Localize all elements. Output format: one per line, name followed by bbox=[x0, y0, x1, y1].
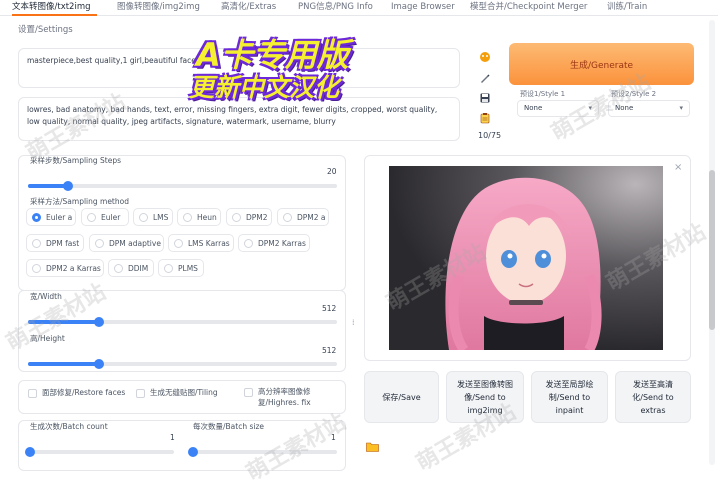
height-value[interactable]: 512 bbox=[322, 346, 336, 355]
sampler-dpm-fast[interactable]: DPM fast bbox=[26, 234, 84, 252]
sampler-euler[interactable]: Euler bbox=[81, 208, 129, 226]
sampling-steps-slider[interactable] bbox=[28, 181, 337, 191]
sampler-label: LMS Karras bbox=[188, 238, 230, 248]
overlay-subtitle: 更新中文汉化 bbox=[189, 73, 340, 102]
slider-thumb[interactable] bbox=[94, 359, 105, 369]
style1-value: None bbox=[524, 104, 543, 112]
checkbox-label: 面部修复/Restore faces bbox=[42, 388, 126, 397]
sampler-label: Euler bbox=[101, 212, 121, 222]
save-style-icon[interactable] bbox=[478, 91, 492, 105]
style1-label: 预设1/Style 1 bbox=[520, 90, 566, 98]
tiling-checkbox[interactable]: 生成无缝贴图/Tiling bbox=[136, 387, 218, 398]
sampling-method-label: 采样方法/Sampling method bbox=[30, 197, 129, 206]
tab-image-browser[interactable]: Image Browser bbox=[391, 0, 455, 14]
tab-bar: 文本转图像/txt2img 图像转图像/img2img 高清化/Extras P… bbox=[0, 0, 718, 16]
slider-fill bbox=[28, 184, 69, 188]
checkbox-label: 高分辨率图像修复/Highres. fix bbox=[258, 387, 311, 407]
sampler-lms[interactable]: LMS bbox=[133, 208, 173, 226]
batch-size-label: 每次数量/Batch size bbox=[193, 422, 265, 431]
sampler-dpm2-a-karras[interactable]: DPM2 a Karras bbox=[26, 259, 104, 277]
sampler-lms-karras[interactable]: LMS Karras bbox=[168, 234, 234, 252]
scrollbar-thumb[interactable] bbox=[709, 170, 715, 330]
send-to-extras-button[interactable]: 发送至高清化/Send to extras bbox=[615, 371, 691, 423]
sampler-plms[interactable]: PLMS bbox=[158, 259, 204, 277]
save-button[interactable]: 保存/Save bbox=[364, 371, 439, 423]
sampler-label: DPM2 Karras bbox=[258, 238, 306, 248]
sampler-label: Heun bbox=[197, 212, 217, 222]
radio-dot bbox=[87, 212, 96, 222]
restore-faces-checkbox[interactable]: 面部修复/Restore faces bbox=[28, 387, 125, 398]
radio-dot bbox=[32, 263, 41, 273]
interrogate-icon[interactable] bbox=[478, 50, 492, 64]
radio-dot bbox=[232, 212, 241, 222]
radio-dot bbox=[164, 263, 173, 273]
clipboard-icon[interactable] bbox=[478, 111, 492, 125]
slider-thumb[interactable] bbox=[188, 447, 198, 457]
tab-settings[interactable]: 设置/Settings bbox=[18, 23, 73, 35]
batch-count-label: 生成次数/Batch count bbox=[30, 422, 108, 431]
slider-fill bbox=[28, 362, 100, 366]
radio-dot bbox=[95, 238, 104, 248]
sampler-heun[interactable]: Heun bbox=[177, 208, 221, 226]
sampling-steps-value[interactable]: 20 bbox=[327, 167, 337, 176]
sampler-label: Euler a bbox=[46, 212, 73, 222]
tab-txt2img[interactable]: 文本转图像/txt2img bbox=[12, 0, 91, 14]
sampler-label: DPM2 bbox=[246, 212, 268, 222]
checkbox-label: 生成无缝贴图/Tiling bbox=[150, 388, 218, 397]
tab-extras[interactable]: 高清化/Extras bbox=[221, 0, 276, 14]
checkbox-box bbox=[28, 389, 37, 398]
checkbox-box bbox=[136, 389, 145, 398]
generate-button[interactable]: 生成/Generate bbox=[509, 43, 694, 85]
radio-dot bbox=[174, 238, 183, 248]
tab-img2img[interactable]: 图像转图像/img2img bbox=[117, 0, 200, 14]
close-icon[interactable]: × bbox=[674, 162, 682, 173]
checkbox-box bbox=[244, 388, 253, 397]
sampler-label: LMS bbox=[153, 212, 169, 222]
radio-dot bbox=[283, 212, 292, 222]
slider-thumb[interactable] bbox=[94, 317, 105, 327]
radio-dot bbox=[32, 212, 41, 222]
sampler-label: DPM adaptive bbox=[109, 238, 161, 248]
slider-thumb[interactable] bbox=[25, 447, 35, 457]
height-slider[interactable] bbox=[28, 359, 337, 369]
send-to-inpaint-button[interactable]: 发送至局部绘制/Send to inpaint bbox=[531, 371, 608, 423]
radio-dot bbox=[32, 238, 41, 248]
token-counter: 10/75 bbox=[478, 131, 502, 140]
radio-dot bbox=[114, 263, 123, 273]
tab-png-info[interactable]: PNG信息/PNG Info bbox=[298, 0, 373, 14]
active-tab-indicator bbox=[12, 14, 97, 16]
pencil-icon[interactable] bbox=[478, 71, 492, 85]
chevron-down-icon: ▾ bbox=[679, 104, 683, 112]
sampler-dpm-adaptive[interactable]: DPM adaptive bbox=[89, 234, 164, 252]
width-value[interactable]: 512 bbox=[322, 304, 336, 313]
sampler-ddim[interactable]: DDIM bbox=[108, 259, 154, 277]
batch-count-value[interactable]: 1 bbox=[170, 433, 175, 442]
sampler-euler-a[interactable]: Euler a bbox=[26, 208, 76, 226]
batch-count-slider[interactable] bbox=[25, 447, 174, 457]
sampler-label: DDIM bbox=[128, 263, 149, 273]
sampler-dpm2-karras[interactable]: DPM2 Karras bbox=[238, 234, 310, 252]
folder-icon[interactable] bbox=[366, 437, 380, 452]
sampler-dpm2-a[interactable]: DPM2 a bbox=[277, 208, 329, 226]
radio-dot bbox=[244, 238, 253, 248]
sampler-label: DPM fast bbox=[46, 238, 80, 248]
tab-checkpoint-merger[interactable]: 模型合并/Checkpoint Merger bbox=[470, 0, 587, 14]
sampler-dpm2[interactable]: DPM2 bbox=[226, 208, 272, 226]
radio-dot bbox=[139, 212, 148, 222]
sampler-label: DPM2 a Karras bbox=[46, 263, 101, 273]
panel-resize-handle[interactable]: ⁞ bbox=[352, 318, 355, 327]
sampler-label: PLMS bbox=[178, 263, 198, 273]
highres-fix-checkbox[interactable]: 高分辨率图像修复/Highres. fix bbox=[244, 386, 334, 408]
sampler-label: DPM2 a bbox=[297, 212, 326, 222]
tab-train[interactable]: 训练/Train bbox=[607, 0, 647, 14]
radio-dot bbox=[183, 212, 192, 222]
